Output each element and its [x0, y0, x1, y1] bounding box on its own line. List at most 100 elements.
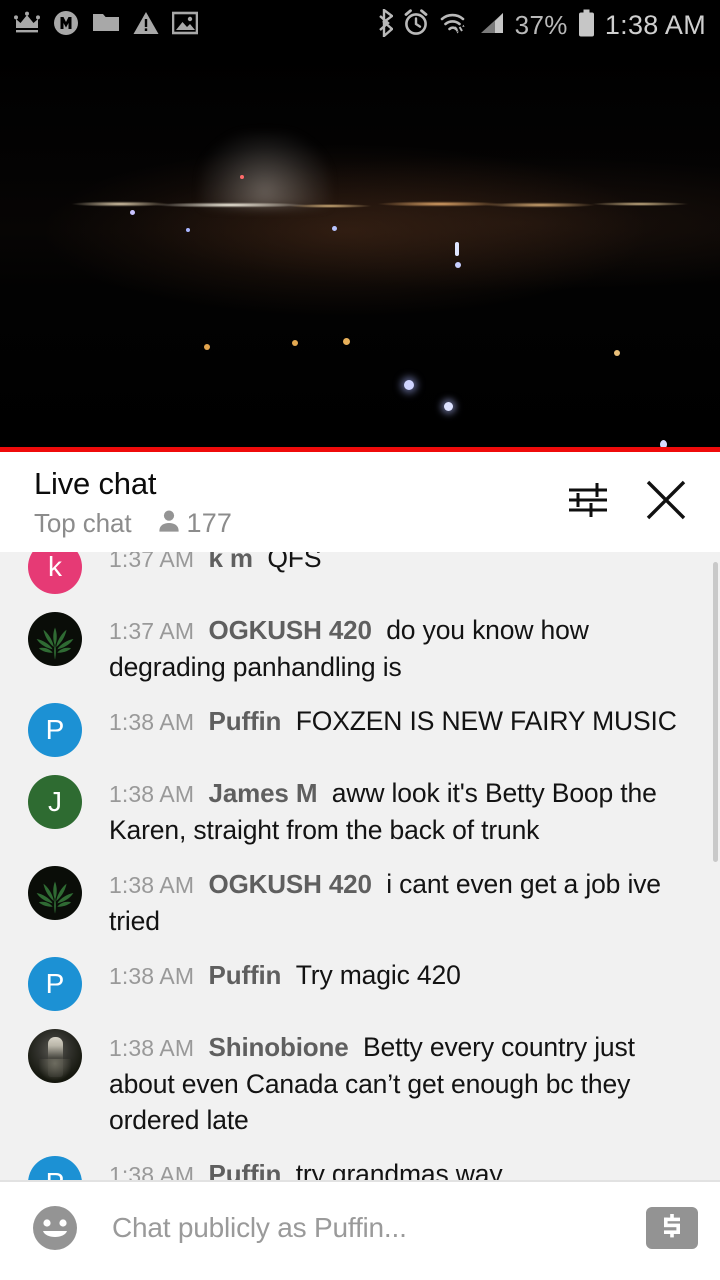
video-light-streak: [455, 242, 459, 256]
chat-message[interactable]: 1:38 AM OGKUSH 420 i cant even get a job…: [0, 856, 720, 947]
chat-message-body: 1:38 AM Puffin FOXZEN IS NEW FAIRY MUSIC: [109, 701, 677, 740]
chat-message[interactable]: P 1:38 AM Puffin try grandmas way: [0, 1146, 720, 1180]
status-bar-clock: 1:38 AM: [604, 9, 706, 40]
message-author[interactable]: Puffin: [209, 706, 282, 736]
avatar-initial: k: [48, 552, 62, 582]
message-author[interactable]: Puffin: [209, 960, 282, 990]
video-light-dot: [455, 262, 461, 268]
avatar[interactable]: J: [28, 775, 82, 829]
video-light-dot: [404, 380, 414, 390]
alarm-clock-icon: [403, 9, 429, 41]
video-light-dot: [130, 210, 135, 215]
chat-message-body: 1:38 AM James M aww look it's Betty Boop…: [109, 773, 698, 848]
message-author[interactable]: k m: [209, 552, 254, 573]
video-light-dot: [204, 344, 210, 350]
crown-icon: [14, 11, 40, 40]
status-bar: 37% 1:38 AM: [0, 0, 720, 50]
chat-settings-button[interactable]: [556, 470, 620, 534]
message-author[interactable]: OGKUSH 420: [209, 869, 372, 899]
bluetooth-icon: [375, 7, 394, 42]
cannabis-leaf-icon: [32, 870, 78, 916]
dollar-icon: [657, 1211, 687, 1246]
chat-message[interactable]: P 1:38 AM Puffin FOXZEN IS NEW FAIRY MUS…: [0, 693, 720, 765]
avatar-initial: J: [48, 786, 62, 817]
cannabis-leaf-icon: [32, 616, 78, 662]
message-timestamp: 1:38 AM: [109, 1035, 195, 1061]
video-light-dot: [292, 340, 298, 346]
message-text: Try magic 420: [295, 960, 461, 990]
battery-icon: [578, 9, 595, 42]
chat-message-body: 1:38 AM Puffin try grandmas way: [109, 1154, 503, 1180]
avatar[interactable]: P: [28, 1156, 82, 1180]
message-author[interactable]: Puffin: [209, 1159, 282, 1180]
close-chat-button[interactable]: [634, 470, 698, 534]
status-bar-left-icons: [14, 10, 211, 41]
video-light-dot: [444, 402, 453, 411]
sliders-icon: [566, 480, 610, 525]
avatar[interactable]: P: [28, 957, 82, 1011]
warning-triangle-icon: [133, 11, 159, 40]
avatar[interactable]: P: [28, 703, 82, 757]
avatar[interactable]: [28, 866, 82, 920]
avatar-initial: P: [45, 714, 65, 745]
video-light-dot: [343, 338, 350, 345]
chat-message[interactable]: k 1:37 AM k m QFS: [0, 552, 720, 602]
chat-message-body: 1:38 AM OGKUSH 420 i cant even get a job…: [109, 864, 698, 939]
chat-input[interactable]: [112, 1212, 630, 1244]
chat-message-list[interactable]: k 1:37 AM k m QFS 1:37 AM OGKUSH 420 do …: [0, 552, 720, 1180]
folder-icon: [92, 11, 120, 39]
avatar-initial: P: [46, 1167, 65, 1180]
message-text: QFS: [267, 552, 322, 573]
video-light-dot: [240, 175, 244, 179]
avatar-photo-backdrop: [38, 1059, 72, 1081]
video-light-dot: [186, 228, 190, 232]
message-text: try grandmas way: [295, 1159, 503, 1180]
chat-scrollbar[interactable]: [713, 562, 718, 862]
avatar[interactable]: k: [28, 552, 82, 594]
wifi-icon: [439, 10, 469, 41]
message-timestamp: 1:38 AM: [109, 709, 195, 735]
message-timestamp: 1:38 AM: [109, 781, 195, 807]
battery-percent-label: 37%: [514, 9, 568, 40]
message-author[interactable]: Shinobione: [209, 1032, 349, 1062]
video-sky: [0, 50, 720, 452]
message-timestamp: 1:37 AM: [109, 552, 195, 572]
cell-signal-icon: [479, 11, 505, 40]
chat-message[interactable]: 1:38 AM Shinobione Betty every country j…: [0, 1019, 720, 1146]
close-icon: [643, 477, 689, 528]
viewer-count-label: 177: [186, 507, 233, 538]
emoji-smiley-icon: [28, 1206, 82, 1259]
live-chat-header-texts: Live chat Top chat 177: [34, 466, 542, 539]
viewer-count-group: 177: [156, 508, 233, 539]
circled-m-icon: [53, 10, 79, 41]
message-timestamp: 1:38 AM: [109, 1162, 195, 1180]
live-chat-subheader: Top chat 177: [34, 508, 542, 539]
chat-composer: [0, 1182, 720, 1274]
video-player[interactable]: [0, 50, 720, 452]
chat-mode-label[interactable]: Top chat: [34, 508, 132, 539]
person-icon: [156, 508, 182, 539]
video-city-skyline-lights: [0, 192, 720, 218]
status-bar-right-icons: 37% 1:38 AM: [365, 7, 706, 42]
live-chat-title: Live chat: [34, 465, 157, 501]
message-text: FOXZEN IS NEW FAIRY MUSIC: [295, 706, 677, 736]
video-light-dot: [332, 226, 337, 231]
message-timestamp: 1:38 AM: [109, 963, 195, 989]
chat-message-body: 1:38 AM Puffin Try magic 420: [109, 955, 461, 994]
chat-message-body: 1:37 AM OGKUSH 420 do you know how degra…: [109, 610, 698, 685]
avatar[interactable]: [28, 612, 82, 666]
youtube-live-chat-screen: 37% 1:38 AM Live chat Top chat 177 k 1:3…: [0, 0, 720, 1280]
message-timestamp: 1:37 AM: [109, 618, 195, 644]
live-chat-header: Live chat Top chat 177: [0, 452, 720, 552]
super-chat-button[interactable]: [646, 1207, 698, 1249]
message-author[interactable]: James M: [209, 778, 318, 808]
message-author[interactable]: OGKUSH 420: [209, 615, 372, 645]
message-timestamp: 1:38 AM: [109, 872, 195, 898]
image-icon: [171, 11, 199, 40]
chat-message[interactable]: P 1:38 AM Puffin Try magic 420: [0, 947, 720, 1019]
avatar[interactable]: [28, 1029, 82, 1083]
emoji-picker-button[interactable]: [28, 1201, 82, 1255]
chat-message[interactable]: 1:37 AM OGKUSH 420 do you know how degra…: [0, 602, 720, 693]
video-light-dot: [614, 350, 620, 356]
chat-message[interactable]: J 1:38 AM James M aww look it's Betty Bo…: [0, 765, 720, 856]
